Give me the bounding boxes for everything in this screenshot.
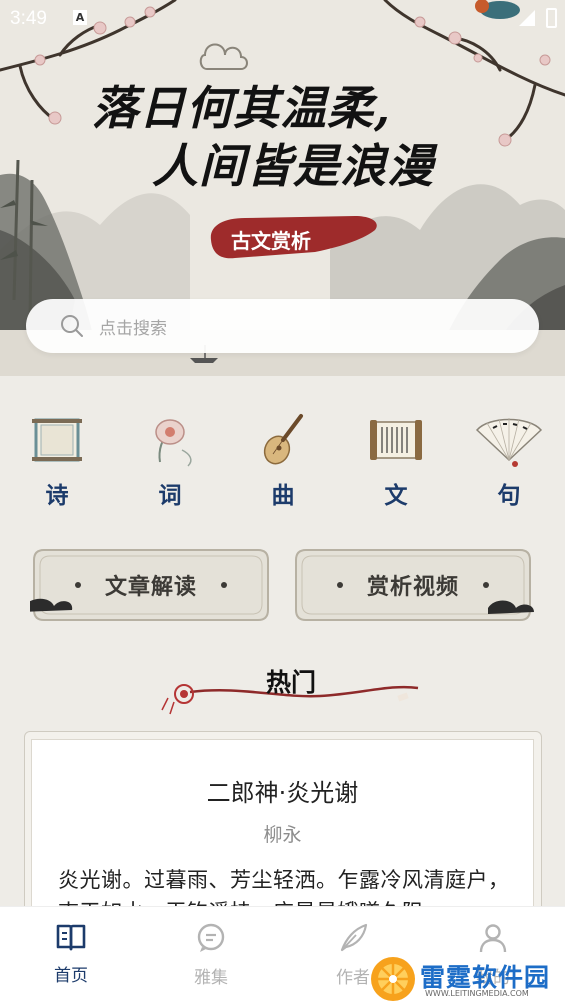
lotus-fan-icon [155,419,192,467]
signal-icon [519,10,535,26]
status-indicator: A [73,10,87,25]
search-bar[interactable]: 点击搜索 [26,299,539,353]
category-label: 词 [158,482,182,509]
hero-title-line2: 人间皆是浪漫 [152,139,434,193]
hero-tag-label: 古文赏析 [231,229,311,253]
category-label: 曲 [271,482,295,509]
watermark-sub: WWW.LEITINGMEDIA.COM [425,989,529,998]
chat-icon [197,923,225,952]
hot-heading: 热门 [266,668,317,697]
category-qu[interactable]: 曲 [243,410,323,510]
feature-appreciation-video[interactable]: 赏析视频 [292,546,534,624]
poem-title[interactable]: 二郎神·炎光谢 [0,773,565,808]
status-time: 3:49 [10,8,47,29]
nav-home[interactable]: 首页 [31,923,111,986]
folding-fan-icon [475,418,543,467]
category-wen[interactable]: 文 [356,410,436,510]
hero-tag[interactable]: 古文赏析 [205,212,381,262]
category-label: 文 [384,482,408,509]
nav-label: 雅集 [194,968,228,988]
calligraphy-scroll-icon [370,420,422,460]
feature-label: 赏析视频 [366,574,459,600]
hero-title-line1: 落日何其温柔, [92,81,392,135]
search-placeholder[interactable]: 点击搜索 [99,314,167,339]
poem-author[interactable]: 柳永 [0,820,565,847]
book-icon [56,924,86,951]
category-shi[interactable]: 诗 [17,410,97,510]
pipa-icon [263,414,303,465]
hero-banner: 3:49 A 落日何其温柔, 人间皆是浪漫 古文赏析 点击搜索 [0,0,565,376]
quill-icon [340,923,368,952]
category-ju[interactable]: 句 [469,410,549,510]
feature-article-reading[interactable]: 文章解读 [30,546,272,624]
feature-label: 文章解读 [104,574,197,600]
orange-logo-icon [371,957,415,1001]
app-screen: 3:49 A 落日何其温柔, 人间皆是浪漫 古文赏析 点击搜索 诗 词 曲 文 … [0,0,565,1004]
nav-label: 首页 [54,966,88,986]
battery-icon [546,8,557,28]
scroll-frame-icon [32,418,82,462]
category-label: 诗 [45,482,69,509]
nav-gathering[interactable]: 雅集 [171,923,251,988]
search-icon [61,315,83,337]
person-icon [479,924,507,953]
watermark: 雷霆软件园 WWW.LEITINGMEDIA.COM [369,955,565,1004]
category-ci[interactable]: 词 [130,410,210,510]
status-icons [518,8,557,28]
category-label: 句 [497,482,521,509]
